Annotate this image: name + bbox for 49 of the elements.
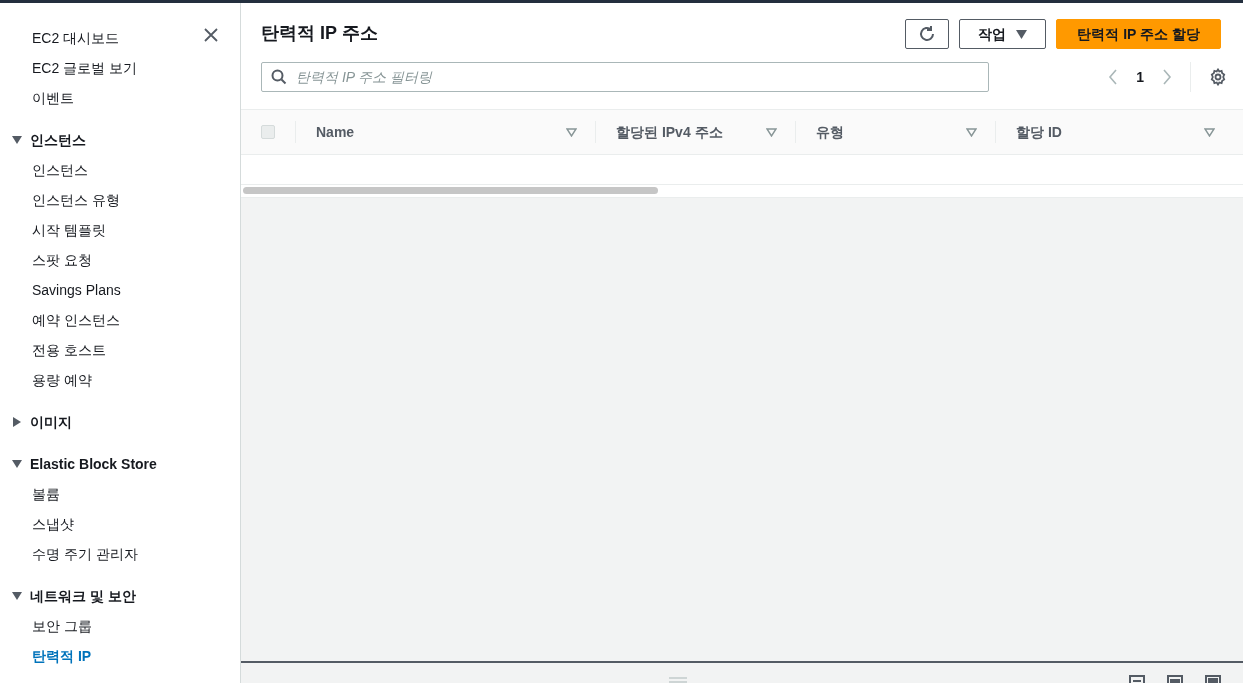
section-heading[interactable]: 이미지 — [30, 411, 72, 433]
nav-link[interactable]: 수명 주기 관리자 — [0, 539, 240, 569]
nav-link[interactable]: 이벤트 — [0, 83, 240, 113]
section-heading[interactable]: Elastic Block Store — [30, 453, 157, 475]
page-title: 탄력적 IP 주소 — [261, 23, 378, 45]
settings-icon[interactable] — [1209, 68, 1227, 86]
nav-link[interactable]: EC2 대시보드 — [0, 23, 240, 53]
panel-full-icon[interactable] — [1205, 675, 1221, 683]
section-heading[interactable]: 인스턴스 — [30, 129, 86, 151]
nav-link[interactable]: EC2 글로벌 보기 — [0, 53, 240, 83]
caret-down-icon[interactable] — [12, 591, 22, 601]
caret-right-icon[interactable] — [12, 417, 22, 427]
nav-link[interactable]: 볼륨 — [0, 479, 240, 509]
column-header[interactable]: 할당 ID — [995, 121, 1233, 143]
nav-link[interactable]: 시작 템플릿 — [0, 215, 240, 245]
filter-field[interactable]: 탄력적 IP 주소 필터링 — [261, 62, 989, 92]
panel-bottom-icon[interactable] — [1129, 675, 1145, 683]
nav-link[interactable]: 전용 호스트 — [0, 335, 240, 365]
panel-side-icon[interactable] — [1167, 675, 1183, 683]
refresh-icon — [918, 25, 937, 43]
column-header[interactable]: 유형 — [795, 121, 995, 143]
select-all-checkbox[interactable] — [261, 125, 275, 139]
nav-link[interactable]: 예약 인스턴스 — [0, 305, 240, 335]
refresh-button[interactable] — [905, 19, 950, 49]
nav-link[interactable]: 용량 예약 — [0, 365, 240, 395]
allocate-button[interactable]: 탄력적 IP 주소 할당 — [1056, 19, 1221, 49]
nav-link[interactable]: 인스턴스 유형 — [0, 185, 240, 215]
sort-icon[interactable] — [766, 127, 777, 137]
nav-link[interactable]: 보안 그룹 — [0, 611, 240, 641]
nav-link[interactable]: Savings Plans — [0, 275, 240, 305]
nav-link[interactable]: 인스턴스 — [0, 155, 240, 185]
drag-handle-icon[interactable] — [668, 677, 688, 683]
sort-icon[interactable] — [1204, 127, 1215, 137]
nav-link[interactable]: 스냅샷 — [0, 509, 240, 539]
search-icon — [271, 69, 287, 85]
column-header[interactable]: 할당된 IPv4 주소 — [595, 121, 795, 143]
caret-down-icon — [1016, 29, 1028, 39]
scrollbar-thumb[interactable] — [243, 187, 658, 194]
column-header[interactable]: Name — [295, 121, 595, 143]
nav-link[interactable]: 스팟 요청 — [0, 245, 240, 275]
caret-down-icon[interactable] — [12, 459, 22, 469]
section-heading[interactable]: 네트워크 및 보안 — [30, 585, 136, 607]
close-icon[interactable] — [204, 28, 218, 42]
sort-icon[interactable] — [966, 127, 977, 137]
caret-down-icon[interactable] — [12, 135, 22, 145]
actions-button[interactable]: 작업 — [959, 19, 1047, 49]
page-number[interactable]: 1 — [1136, 66, 1144, 88]
sort-icon[interactable] — [566, 127, 577, 137]
nav-link[interactable]: 탄력적 IP — [0, 641, 240, 671]
